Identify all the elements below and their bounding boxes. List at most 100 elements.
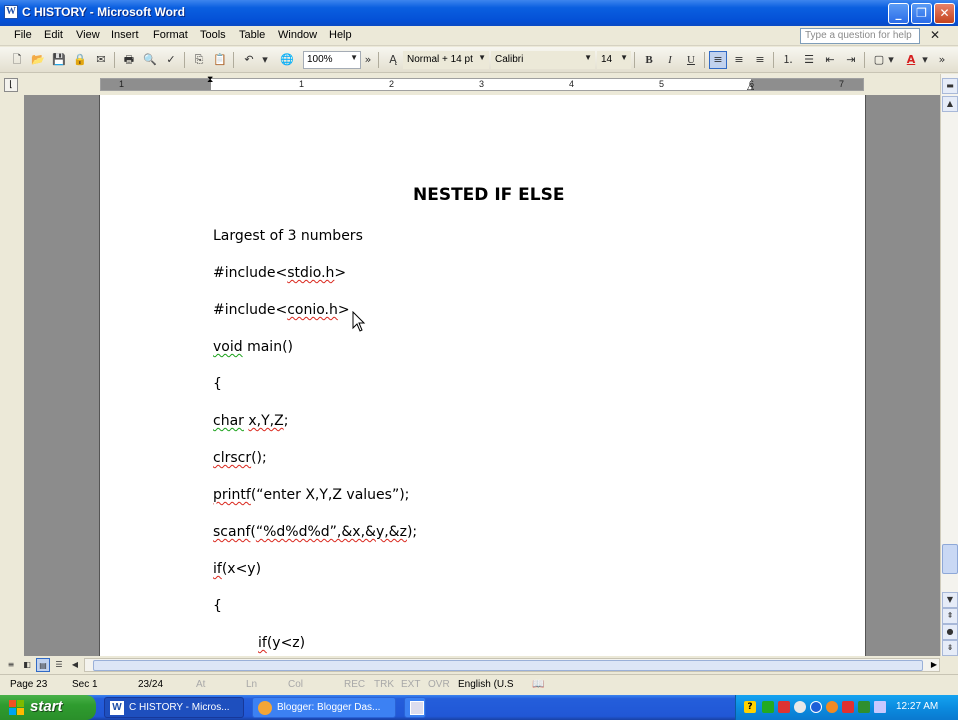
- media-icon[interactable]: [826, 701, 838, 713]
- start-button[interactable]: start: [0, 695, 96, 720]
- status-ext[interactable]: EXT: [401, 679, 420, 690]
- decrease-indent-icon[interactable]: ⇤: [821, 51, 839, 69]
- taskbar: start W C HISTORY - Micros... Blogger: B…: [0, 695, 958, 720]
- view-buttons-row: ≡ ◧ ▤ ☰ ◀ ▶: [0, 656, 958, 674]
- vertical-scroll-thumb[interactable]: [942, 544, 958, 574]
- increase-indent-icon[interactable]: ⇥: [842, 51, 860, 69]
- underline-button[interactable]: U: [682, 51, 700, 69]
- menu-view[interactable]: View: [76, 29, 100, 41]
- save-icon[interactable]: 💾: [50, 51, 68, 69]
- system-tray: ? 12:27 AM: [735, 695, 958, 720]
- style-value: Normal + 14 pt: [407, 54, 473, 65]
- horizontal-scrollbar[interactable]: ▶: [84, 658, 940, 672]
- scroll-down-icon[interactable]: ▼: [942, 592, 958, 608]
- close-document-icon[interactable]: ✕: [930, 28, 940, 42]
- toolbar-options-icon[interactable]: »: [363, 51, 373, 69]
- style-select[interactable]: Normal + 14 pt ▼: [403, 51, 489, 69]
- font-size-select[interactable]: 14 ▼: [597, 51, 631, 69]
- menu-insert[interactable]: Insert: [111, 29, 139, 41]
- menu-help[interactable]: Help: [329, 29, 352, 41]
- taskbar-item-window[interactable]: [404, 697, 426, 718]
- chevron-down-icon[interactable]: ▾: [920, 51, 930, 69]
- right-indent-icon[interactable]: △: [747, 82, 754, 92]
- zoom-select[interactable]: 100% ▼: [303, 51, 361, 69]
- chevron-down-icon[interactable]: ▾: [886, 51, 896, 69]
- word-app-icon[interactable]: W: [4, 5, 18, 19]
- web-icon[interactable]: 🌐: [278, 51, 296, 69]
- print-preview-icon[interactable]: 🔍: [141, 51, 159, 69]
- email-icon[interactable]: ✉: [92, 51, 110, 69]
- scroll-up-icon[interactable]: ▲: [942, 96, 958, 112]
- bold-button[interactable]: B: [640, 51, 658, 69]
- print-layout-icon[interactable]: ▤: [36, 658, 50, 672]
- restore-button[interactable]: ❐: [911, 3, 932, 24]
- paste-icon[interactable]: 📋: [211, 51, 229, 69]
- network-icon[interactable]: [762, 701, 774, 713]
- menu-table[interactable]: Table: [239, 29, 265, 41]
- minimize-button[interactable]: _: [888, 3, 909, 24]
- security-icon[interactable]: [778, 701, 790, 713]
- help-search-input[interactable]: Type a question for help: [800, 28, 920, 44]
- formatting-toolbar: 🗋 📂 💾 🔒 ✉ 🖶 🔍 ✓ ⎘ 📋 ↶ ▾ 🌐 100% ▼ » Ą Norm…: [0, 47, 958, 73]
- status-trk[interactable]: TRK: [374, 679, 394, 690]
- bullets-icon[interactable]: ☰: [800, 51, 818, 69]
- ruler-right-margin: [751, 79, 863, 90]
- previous-page-icon[interactable]: ⇞: [942, 608, 958, 624]
- menu-window[interactable]: Window: [278, 29, 317, 41]
- numbering-icon[interactable]: ⒈: [779, 51, 797, 69]
- print-icon[interactable]: 🖶: [120, 51, 138, 69]
- zoom-value: 100%: [307, 54, 333, 65]
- document-page[interactable]: NESTED IF ELSE Largest of 3 numbers #inc…: [99, 95, 866, 656]
- status-rec[interactable]: REC: [344, 679, 365, 690]
- document-area[interactable]: NESTED IF ELSE Largest of 3 numbers #inc…: [0, 95, 940, 656]
- select-browse-object-icon[interactable]: ●: [942, 624, 958, 640]
- styles-icon[interactable]: Ą: [384, 51, 402, 69]
- normal-view-icon[interactable]: ≡: [4, 658, 18, 672]
- menu-tools[interactable]: Tools: [200, 29, 226, 41]
- status-page: Page 23: [10, 679, 48, 690]
- web-layout-icon[interactable]: ◧: [20, 658, 34, 672]
- taskbar-item-browser[interactable]: Blogger: Blogger Das...: [252, 697, 396, 718]
- toolbar-options-icon[interactable]: »: [936, 51, 948, 69]
- vertical-scrollbar[interactable]: ▬ ▲ ▼ ⇞ ● ⇟: [940, 74, 958, 656]
- spelling-status-icon[interactable]: 📖: [532, 679, 544, 690]
- spelling-icon[interactable]: ✓: [162, 51, 180, 69]
- ruler-left-margin: [101, 79, 211, 90]
- volume-icon[interactable]: [874, 701, 886, 713]
- horizontal-ruler[interactable]: 1 1 2 3 4 5 6 7 ⧗ △: [100, 75, 864, 92]
- help-icon[interactable]: ?: [744, 701, 756, 713]
- italic-button[interactable]: I: [661, 51, 679, 69]
- updates-icon[interactable]: [858, 701, 870, 713]
- sync-icon[interactable]: [810, 701, 822, 713]
- indent-marker-icon[interactable]: ⧗: [207, 75, 213, 85]
- permission-icon[interactable]: 🔒: [71, 51, 89, 69]
- status-ovr[interactable]: OVR: [428, 679, 450, 690]
- horizontal-scroll-thumb[interactable]: [93, 660, 923, 671]
- menu-file[interactable]: File: [14, 29, 32, 41]
- clock[interactable]: 12:27 AM: [896, 701, 938, 712]
- title-bar[interactable]: W C HISTORY - Microsoft Word _ ❐ ✕: [0, 0, 958, 26]
- tab-selector-icon[interactable]: ⌊: [4, 78, 18, 92]
- align-right-icon[interactable]: ≡: [751, 51, 769, 69]
- split-box-icon[interactable]: ▬: [942, 78, 958, 94]
- menu-format[interactable]: Format: [153, 29, 188, 41]
- status-at: At: [196, 679, 206, 690]
- scroll-left-icon[interactable]: ◀: [68, 658, 82, 672]
- font-select[interactable]: Calibri ▼: [491, 51, 595, 69]
- align-center-icon[interactable]: ≡: [730, 51, 748, 69]
- status-language[interactable]: English (U.S: [458, 679, 514, 690]
- font-color-icon[interactable]: A: [902, 51, 920, 69]
- close-button[interactable]: ✕: [934, 3, 955, 24]
- copy-icon[interactable]: ⎘: [190, 51, 208, 69]
- taskbar-item-word[interactable]: W C HISTORY - Micros...: [104, 697, 244, 718]
- scroll-right-icon[interactable]: ▶: [931, 660, 937, 669]
- antivirus-icon[interactable]: [794, 701, 806, 713]
- alert-icon[interactable]: [842, 701, 854, 713]
- align-left-icon[interactable]: ≡: [709, 51, 727, 69]
- next-page-icon[interactable]: ⇟: [942, 640, 958, 656]
- undo-dropdown-icon[interactable]: ▾: [256, 51, 274, 69]
- new-document-icon[interactable]: 🗋: [8, 51, 26, 69]
- outline-view-icon[interactable]: ☰: [52, 658, 66, 672]
- open-folder-icon[interactable]: 📂: [29, 51, 47, 69]
- menu-edit[interactable]: Edit: [44, 29, 63, 41]
